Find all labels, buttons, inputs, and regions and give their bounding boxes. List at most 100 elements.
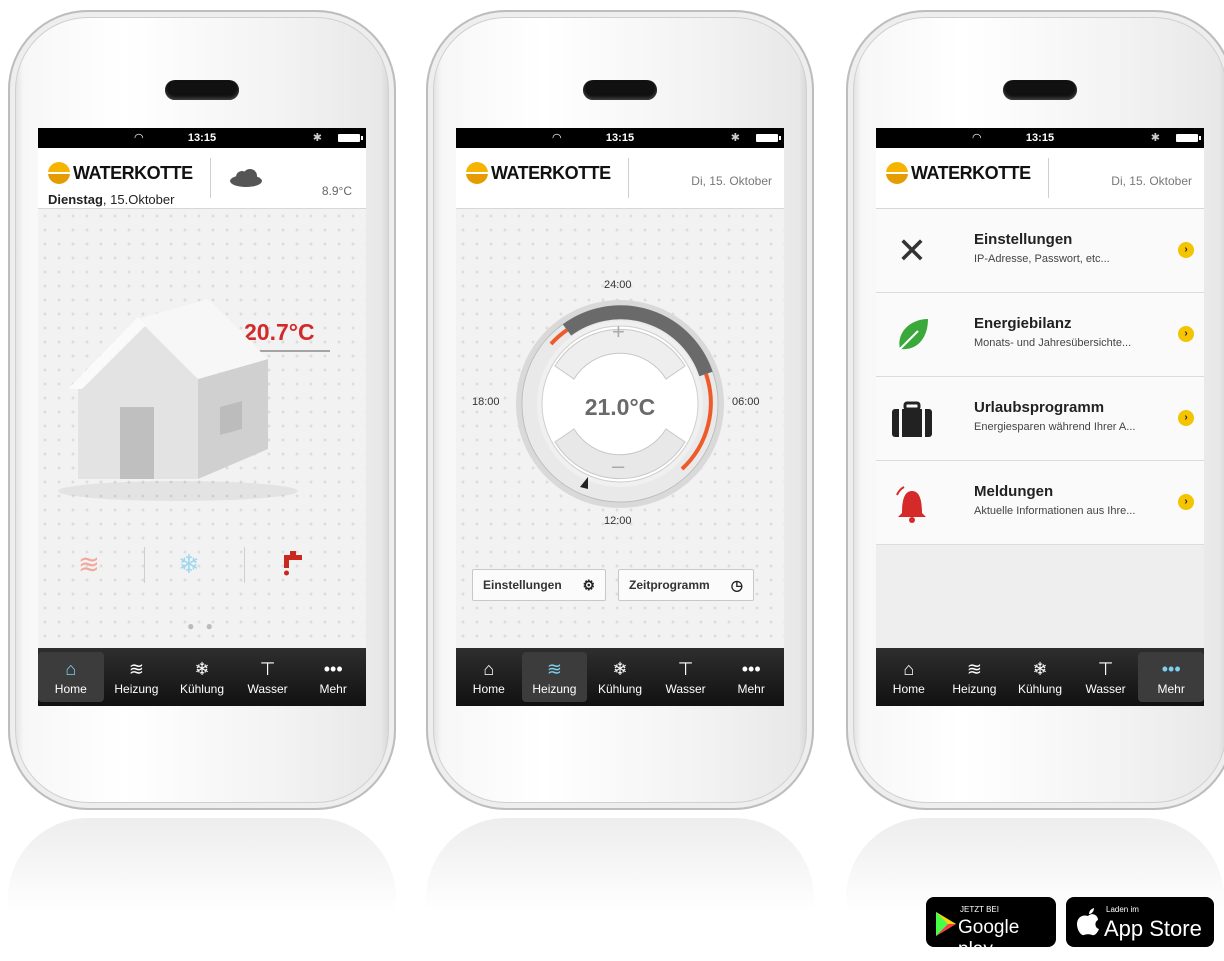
google-play-badge[interactable]: JETZT BEI Google play	[926, 897, 1056, 960]
tab-heizung[interactable]: ≋ Heizung	[521, 652, 588, 702]
screen-home: ◠ 13:15 ✱ WATERKOTTE Dienstag, 15.Oktobe…	[38, 128, 366, 706]
google-badge-big-text: Google play	[958, 917, 1020, 960]
tab-label: Wasser	[1085, 681, 1126, 696]
menu-item-meldungen[interactable]: Meldungen Aktuelle Informationen aus Ihr…	[876, 461, 1204, 545]
logo-mark-icon	[466, 162, 488, 184]
logo-mark-icon	[48, 162, 70, 184]
bluetooth-icon: ✱	[312, 132, 322, 144]
menu-item-urlaubsprogramm[interactable]: Urlaubsprogramm Energiesparen während Ih…	[876, 377, 1204, 461]
tab-label: Wasser	[247, 681, 288, 696]
tab-label: Heizung	[114, 681, 159, 696]
header: WATERKOTTE Di, 15. Oktober	[876, 148, 1204, 209]
tab-home[interactable]: ⌂ Home	[456, 648, 522, 706]
heating-mode-icon[interactable]: ≋	[78, 549, 100, 580]
heating-content: 24:00 18:00 06:00 12:00 + – 21.0°C Einst…	[456, 209, 784, 648]
phone-more: ◠ 13:15 ✱ WATERKOTTE Di, 15. Oktober ✕ E…	[846, 10, 1224, 810]
divider	[628, 158, 629, 198]
phone-reflection	[8, 818, 396, 928]
home-icon: ⌂	[903, 658, 915, 679]
divider	[244, 547, 245, 583]
menu-subtitle: Monats- und Jahresübersichte...	[974, 337, 1132, 349]
header-date: Di, 15. Oktober	[1111, 174, 1192, 188]
tab-label: Mehr	[319, 681, 347, 696]
tab-label: Mehr	[1157, 681, 1185, 696]
tab-label: Wasser	[665, 681, 706, 696]
menu-item-einstellungen[interactable]: ✕ Einstellungen IP-Adresse, Passwort, et…	[876, 209, 1204, 293]
tab-mehr[interactable]: ••• Mehr	[718, 648, 784, 706]
menu-title: Einstellungen	[974, 231, 1073, 248]
tab-wasser[interactable]: ⊤ Wasser	[1073, 648, 1139, 706]
chevron-right-icon: ›	[1178, 494, 1194, 510]
more-icon: •••	[1161, 658, 1181, 679]
plus-button[interactable]: +	[612, 319, 625, 345]
tap-icon: ⊤	[1097, 658, 1114, 679]
menu-item-energiebilanz[interactable]: Energiebilanz Monats- und Jahresübersich…	[876, 293, 1204, 377]
tab-wasser[interactable]: ⊤ Wasser	[653, 648, 719, 706]
speaker	[583, 80, 657, 100]
tab-kuehlung[interactable]: ❄ Kühlung	[1007, 648, 1073, 706]
settings-button[interactable]: Einstellungen ⚙	[472, 569, 606, 601]
tab-label: Kühlung	[1017, 681, 1062, 696]
status-bar: ◠ 13:15 ✱	[456, 128, 784, 148]
schedule-button[interactable]: Zeitprogramm ◷	[618, 569, 754, 601]
tab-label: Mehr	[737, 681, 765, 696]
tab-home[interactable]: ⌂ Home	[38, 652, 104, 702]
tools-icon: ✕	[896, 230, 928, 271]
phone-reflection	[426, 818, 814, 928]
heating-icon: ≋	[128, 658, 144, 679]
logo-text: WATERKOTTE	[911, 162, 1031, 183]
apple-icon	[1077, 908, 1099, 936]
minus-button[interactable]: –	[612, 453, 624, 479]
screen-heating: ◠ 13:15 ✱ WATERKOTTE Di, 15. Oktober 24:…	[456, 128, 784, 706]
heating-icon: ≋	[966, 658, 982, 679]
snowflake-icon: ❄	[194, 658, 210, 679]
battery-icon	[338, 134, 363, 142]
bluetooth-icon: ✱	[1150, 132, 1160, 144]
tab-bar: ⌂ Home ≋ Heizung ❄ Kühlung ⊤ Wasser ••• Mehr	[456, 648, 784, 706]
settings-button-label: Einstellungen	[483, 578, 562, 592]
header-date: Di, 15. Oktober	[691, 174, 772, 188]
logo: WATERKOTTE	[48, 162, 193, 184]
tab-label: Home	[472, 681, 505, 696]
tab-kuehlung[interactable]: ❄ Kühlung	[169, 648, 235, 706]
water-tap-icon[interactable]	[280, 549, 306, 579]
gear-icon: ⚙	[582, 576, 595, 593]
google-badge-small-text: JETZT BEI	[960, 905, 999, 914]
snowflake-icon: ❄	[612, 658, 628, 679]
speaker	[165, 80, 239, 100]
cloud-icon	[230, 169, 262, 187]
battery-icon	[1176, 134, 1201, 142]
date-line: Dienstag, 15.Oktober	[48, 192, 174, 207]
more-content: ✕ Einstellungen IP-Adresse, Passwort, et…	[876, 209, 1204, 648]
divider	[1048, 158, 1049, 198]
more-icon: •••	[741, 658, 761, 679]
tab-wasser[interactable]: ⊤ Wasser	[235, 648, 301, 706]
tab-mehr[interactable]: ••• Mehr	[1138, 652, 1204, 702]
outside-temperature: 8.9°C	[321, 184, 352, 198]
status-bar: ◠ 13:15 ✱	[38, 128, 366, 148]
tab-mehr[interactable]: ••• Mehr	[300, 648, 366, 706]
tab-bar: ⌂ Home ≋ Heizung ❄ Kühlung ⊤ Wasser ••• Mehr	[38, 648, 366, 706]
tab-heizung[interactable]: ≋ Heizung	[104, 648, 170, 706]
suitcase-icon	[892, 401, 932, 437]
apple-badge-small-text: Laden im	[1106, 905, 1139, 914]
tab-label: Home	[892, 681, 925, 696]
phone-home: ◠ 13:15 ✱ WATERKOTTE Dienstag, 15.Oktobe…	[8, 10, 396, 810]
app-store-badge[interactable]: Laden im App Store	[1066, 897, 1214, 947]
clock-icon: ◷	[730, 576, 743, 593]
more-icon: •••	[323, 658, 343, 679]
home-icon: ⌂	[483, 658, 495, 679]
speaker	[1003, 80, 1077, 100]
header: WATERKOTTE Dienstag, 15.Oktober 8.9°C	[38, 148, 366, 209]
heating-icon: ≋	[546, 658, 562, 679]
tab-heizung[interactable]: ≋ Heizung	[942, 648, 1008, 706]
tab-home[interactable]: ⌂ Home	[876, 648, 942, 706]
status-bar: ◠ 13:15 ✱	[876, 128, 1204, 148]
tab-kuehlung[interactable]: ❄ Kühlung	[587, 648, 653, 706]
home-content: 20.7°C ≋ ❄ ● ●	[38, 209, 366, 648]
tab-label: Home	[54, 681, 87, 696]
cooling-mode-icon[interactable]: ❄	[178, 549, 200, 580]
house-illustration	[58, 299, 330, 501]
chevron-right-icon: ›	[1178, 242, 1194, 258]
tap-icon: ⊤	[677, 658, 694, 679]
